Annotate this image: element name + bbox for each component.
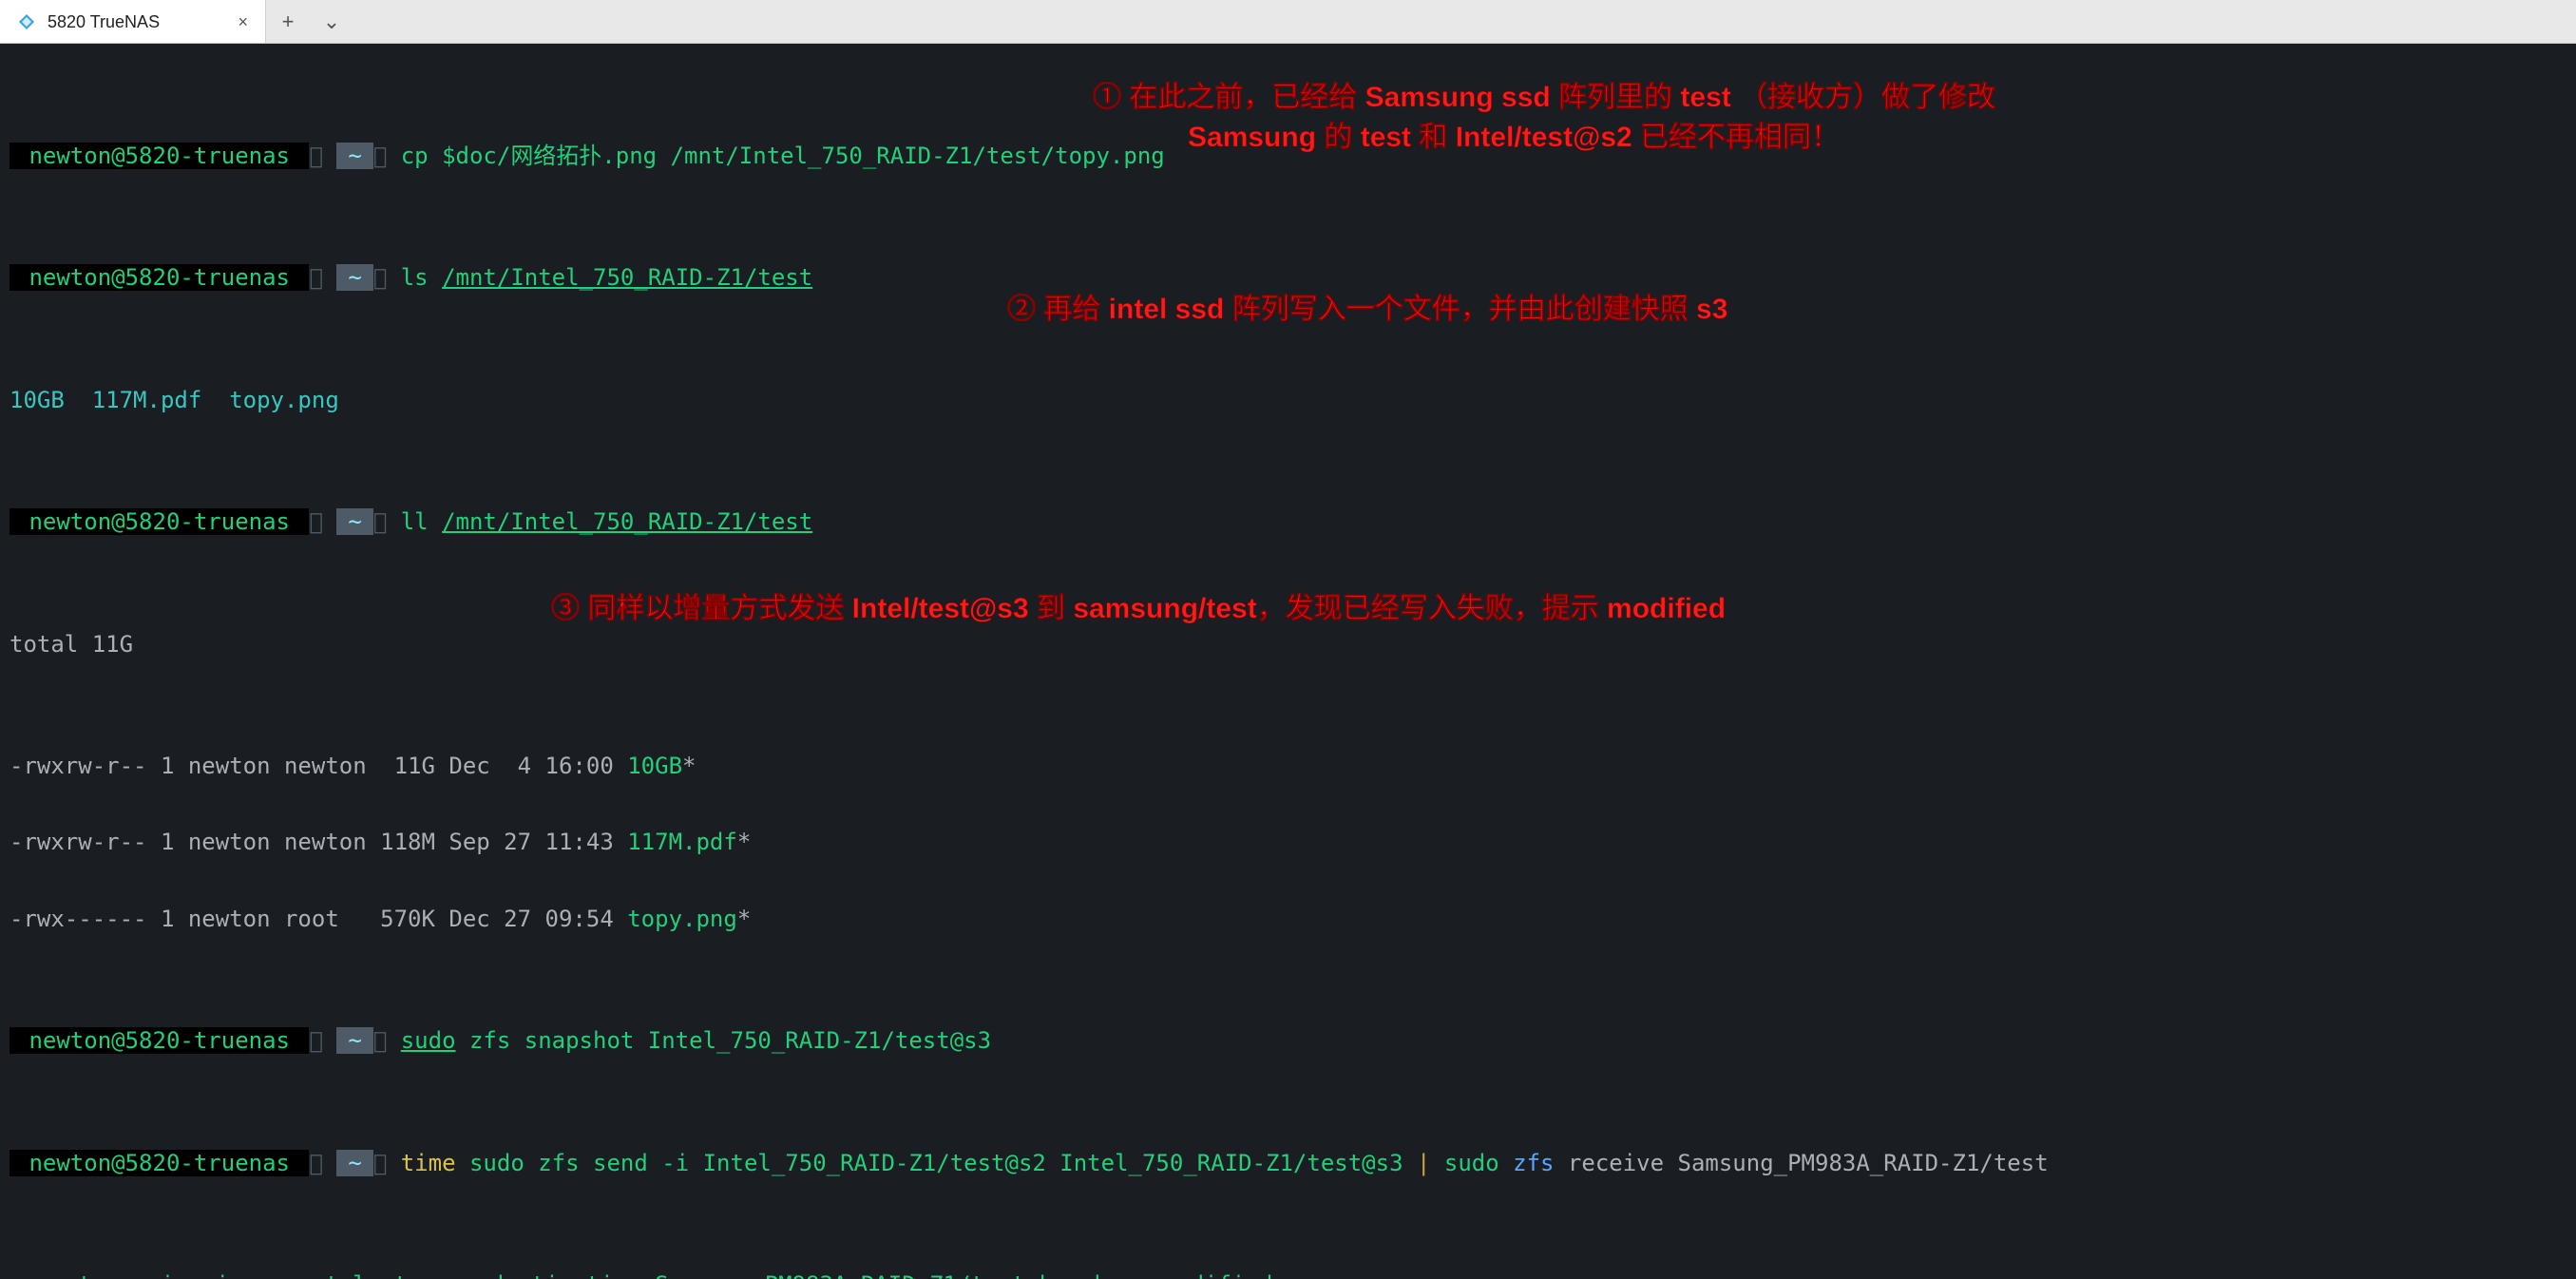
annotation-1-line1: ① 在此之前，已经给 Samsung ssd 阵列里的 test （接收方）做了… xyxy=(1093,84,1995,112)
close-icon[interactable]: × xyxy=(238,13,248,30)
new-tab-button[interactable]: + xyxy=(266,0,310,43)
terminal-line: -rwx------ 1 newton root 570K Dec 27 09:… xyxy=(10,904,2566,934)
terminal-line: newton@5820-truenas  ~ cp $doc/网络拓扑.pn… xyxy=(10,141,2566,171)
prompt-user-host: newton@5820-truenas xyxy=(10,264,309,291)
terminal-line: -rwxrw-r-- 1 newton newton 11G Dec 4 16:… xyxy=(10,751,2566,781)
command-text: time xyxy=(401,1150,456,1176)
pipe-icon: | xyxy=(1417,1150,1430,1176)
tab-menu-caret-icon[interactable]: ⌄ xyxy=(310,0,353,43)
prompt-user-host: newton@5820-truenas xyxy=(10,1027,309,1054)
command-text: sudo zfs send -i Intel_750_RAID-Z1/test@… xyxy=(456,1150,1417,1176)
ls-output: 10GB xyxy=(10,387,65,413)
command-text: ll /mnt/Intel_750_RAID-Z1/test xyxy=(401,508,813,535)
prompt-cwd: ~ xyxy=(336,1150,372,1176)
ls-output: 117M.pdf topy.png xyxy=(65,387,339,413)
prompt-user-host: newton@5820-truenas xyxy=(10,508,309,535)
command-text: zfs xyxy=(1499,1150,1555,1176)
prompt-cwd: ~ xyxy=(336,264,372,291)
prompt-cwd: ~ xyxy=(336,508,372,535)
tab-title: 5820 TrueNAS xyxy=(48,13,160,30)
prompt-cwd: ~ xyxy=(336,1027,372,1054)
command-text: receive Samsung_PM983A_RAID-Z1/test xyxy=(1554,1150,2048,1176)
terminal-line: 10GB 117M.pdf topy.png xyxy=(10,385,2566,415)
prompt-sep-icon:  xyxy=(309,143,322,169)
annotation-3: ③ 同样以增量方式发送 Intel/test@s3 到 samsung/test… xyxy=(551,595,1726,623)
terminal-line: -rwxrw-r-- 1 newton newton 118M Sep 27 1… xyxy=(10,827,2566,857)
terminal-output[interactable]: newton@5820-truenas  ~ cp $doc/网络拓扑.pn… xyxy=(0,44,2576,1279)
command-text: ls /mnt/Intel_750_RAID-Z1/test xyxy=(401,264,813,291)
terminal-line: newton@5820-truenas  ~ ll /mnt/Intel_7… xyxy=(10,506,2566,537)
terminal-line: newton@5820-truenas  ~ sudo zfs snapsh… xyxy=(10,1025,2566,1056)
truenas-icon xyxy=(17,12,36,31)
command-text: sudo zfs snapshot Intel_750_RAID-Z1/test… xyxy=(401,1027,991,1054)
command-text: cp $doc/网络拓扑.png /mnt/Intel_750_RAID-Z1/… xyxy=(401,143,1165,169)
command-text: sudo xyxy=(1430,1150,1498,1176)
terminal-line: newton@5820-truenas  ~ ls /mnt/Intel_7… xyxy=(10,262,2566,293)
terminal-line: newton@5820-truenas  ~ time sudo zfs s… xyxy=(10,1148,2566,1178)
prompt-user-host: newton@5820-truenas xyxy=(10,1150,309,1176)
terminal-line: total 11G xyxy=(10,629,2566,659)
terminal-line: cannot receive incremental stream: desti… xyxy=(10,1269,2566,1279)
annotation-2: ② 再给 intel ssd 阵列写入一个文件，并由此创建快照 s3 xyxy=(1007,296,1727,324)
browser-tab-bar: 5820 TrueNAS × + ⌄ xyxy=(0,0,2576,44)
prompt-user-host: newton@5820-truenas xyxy=(10,143,309,169)
prompt-cwd: ~ xyxy=(336,143,372,169)
prompt-sep-icon:  xyxy=(373,143,387,169)
browser-tab-truenas[interactable]: 5820 TrueNAS × xyxy=(0,0,266,43)
